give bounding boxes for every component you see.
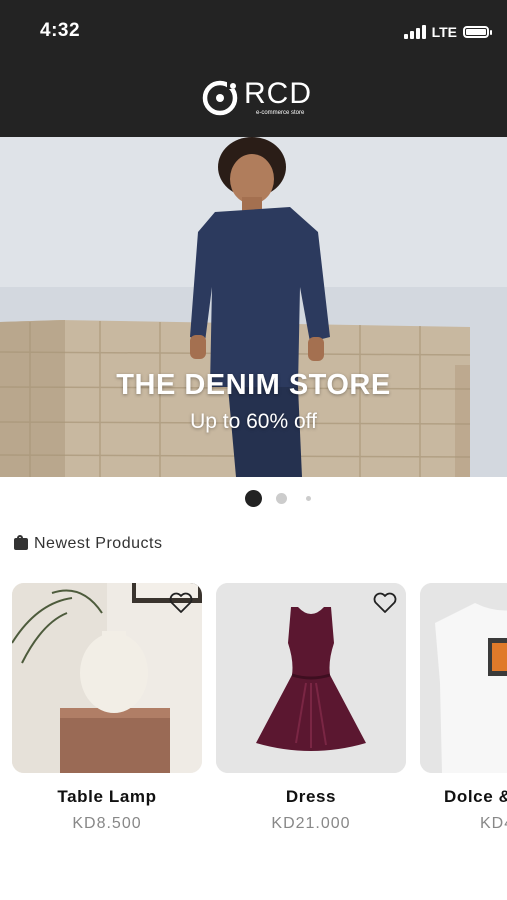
tshirt-image: [420, 583, 507, 773]
status-time: 4:32: [40, 20, 81, 41]
carousel-dot-active[interactable]: [245, 490, 262, 507]
store-logo[interactable]: RCD e-commerce store: [200, 76, 312, 120]
status-indicators: LTE: [403, 22, 492, 42]
section-title: Newest Products: [34, 535, 163, 552]
logo-subtitle: e-commerce store: [256, 110, 305, 116]
app-header: 4:32 LTE RCD e-commerce store: [0, 0, 507, 137]
banner-title: THE DENIM STORE: [116, 369, 391, 401]
logo-text: RCD: [244, 77, 312, 110]
section-header: Newest Products: [14, 535, 162, 553]
product-price: KD8.500: [72, 815, 142, 832]
logo-ring-icon: [202, 80, 238, 116]
promo-banner[interactable]: THE DENIM STORE Up to 60% off: [0, 137, 507, 477]
carousel-indicator[interactable]: [0, 490, 507, 508]
carousel-dot[interactable]: [276, 493, 287, 504]
heart-icon[interactable]: [168, 591, 194, 615]
product-image: [12, 583, 202, 773]
product-card[interactable]: Dolce & KD4: [420, 583, 507, 833]
product-name: Dress: [285, 787, 337, 806]
carousel-dot[interactable]: [306, 496, 311, 501]
product-name: Table Lamp: [57, 787, 157, 806]
battery-icon: [463, 26, 492, 38]
banner-subtitle: Up to 60% off: [190, 410, 317, 433]
shopping-bag-icon: [14, 535, 28, 550]
signal-icon: [403, 25, 426, 39]
product-image: [420, 583, 507, 773]
product-card[interactable]: Table Lamp KD8.500: [12, 583, 202, 833]
product-price: KD21.000: [271, 815, 351, 832]
product-image: [216, 583, 406, 773]
product-card[interactable]: Dress KD21.000: [216, 583, 406, 833]
network-label: LTE: [431, 24, 457, 40]
product-name: Dolce &: [444, 787, 507, 806]
product-price: KD4: [480, 815, 507, 832]
heart-icon[interactable]: [372, 591, 398, 615]
